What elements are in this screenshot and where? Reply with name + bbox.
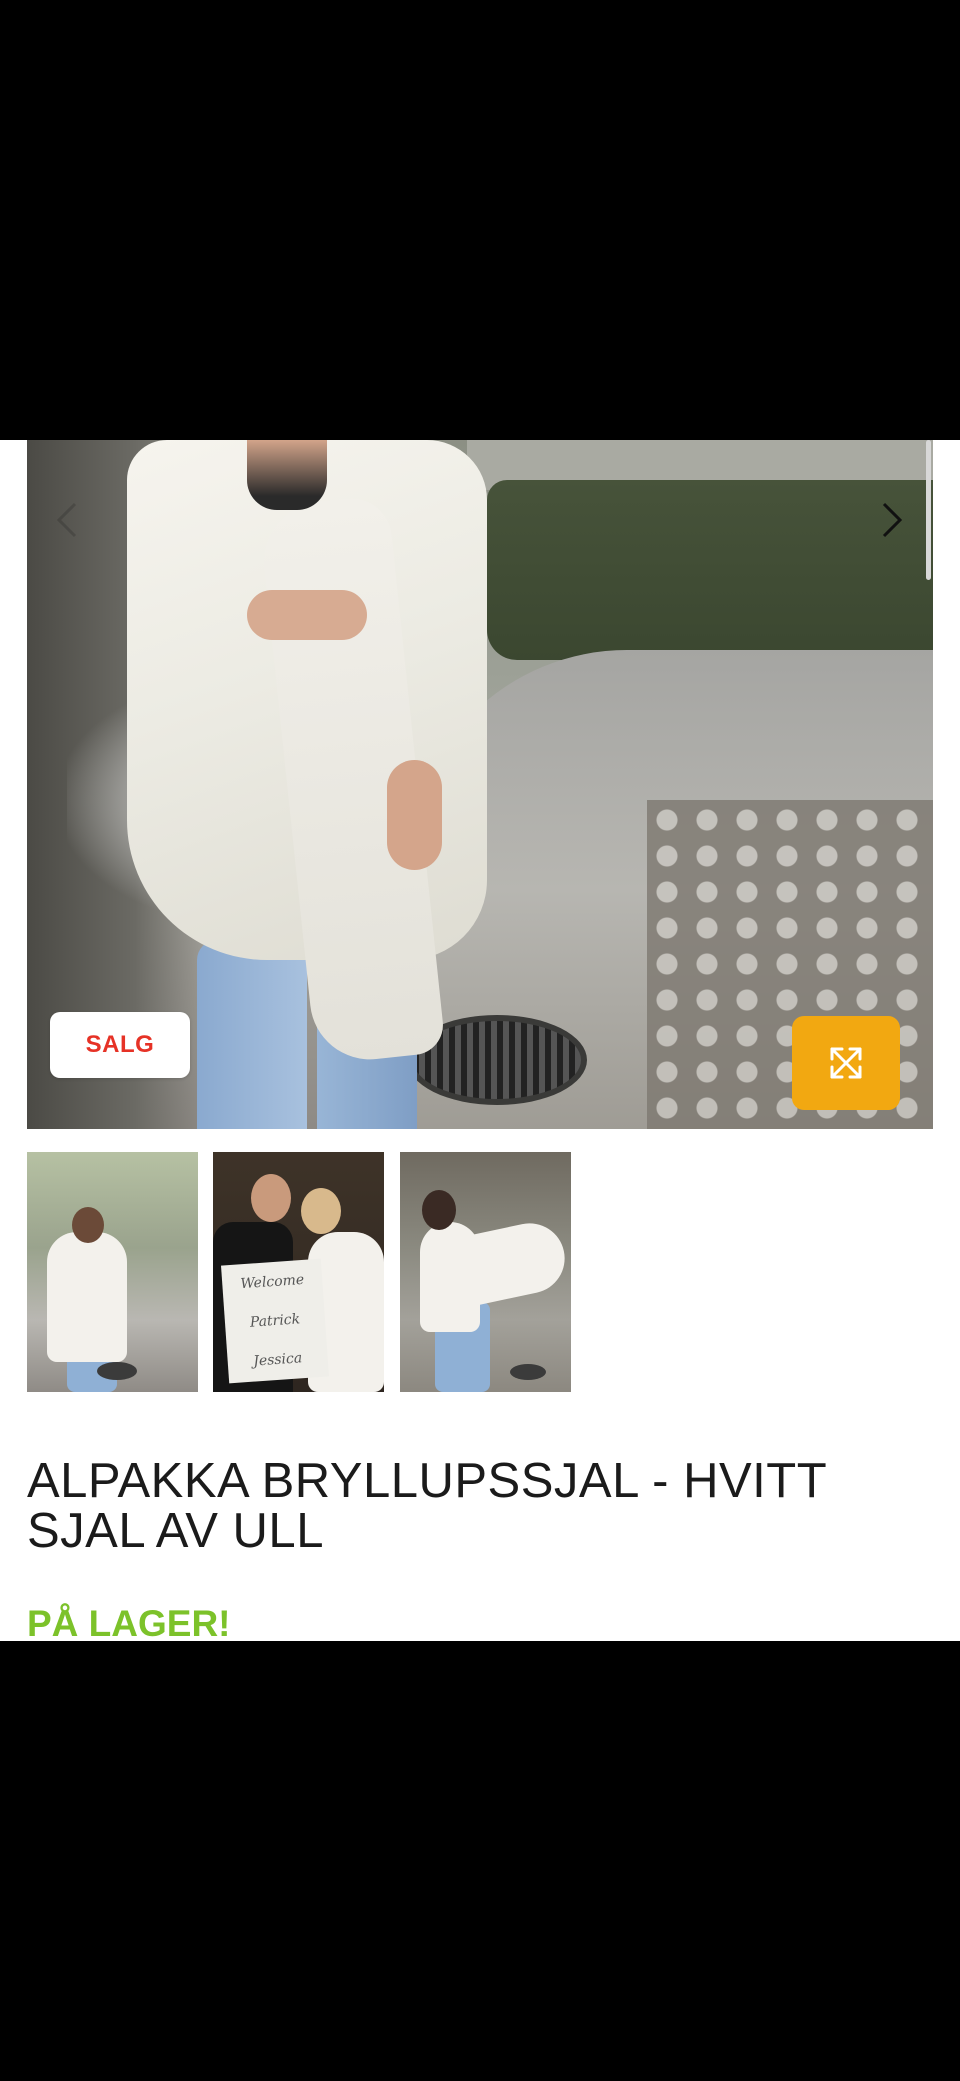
sign-line: Patrick <box>249 1311 301 1331</box>
thumb-head <box>422 1190 456 1230</box>
image-hand <box>387 760 442 870</box>
thumb-bride-head <box>301 1188 341 1234</box>
status-area-black <box>0 0 960 440</box>
stock-status: PÅ LAGER! <box>27 1603 231 1641</box>
thumb-drain <box>510 1364 546 1380</box>
thumbnail-1[interactable] <box>27 1152 198 1392</box>
thumb-shawl <box>47 1232 127 1362</box>
gallery-prev-button[interactable] <box>47 500 87 540</box>
thumb-groom-head <box>251 1174 291 1222</box>
sign-line: Welcome <box>239 1271 305 1292</box>
expand-arrows-icon <box>830 1047 862 1079</box>
chevron-left-icon <box>56 502 77 538</box>
thumbnail-2[interactable]: Welcome Patrick Jessica <box>213 1152 384 1392</box>
thumbnail-3[interactable] <box>400 1152 571 1392</box>
nav-area-black <box>0 1641 960 2081</box>
chevron-right-icon <box>882 502 903 538</box>
product-title: ALPAKKA BRYLLUPSSJAL - HVITT SJAL AV ULL <box>27 1454 827 1558</box>
scrollbar[interactable] <box>926 440 931 580</box>
sale-badge: SALG <box>50 1012 190 1078</box>
image-hand <box>247 590 367 640</box>
expand-image-button[interactable] <box>792 1016 900 1110</box>
thumb-welcome-sign: Welcome Patrick Jessica <box>221 1258 329 1384</box>
image-jeans <box>197 940 307 1129</box>
thumb-drain <box>97 1362 137 1380</box>
product-page: SALG Welcome Patrick Jessica ALPAKKA BRY… <box>0 440 960 1641</box>
thumb-head <box>72 1207 104 1243</box>
image-hedge <box>487 480 933 660</box>
sign-line: Jessica <box>252 1350 303 1370</box>
gallery-next-button[interactable] <box>872 500 912 540</box>
image-neck <box>247 440 327 510</box>
